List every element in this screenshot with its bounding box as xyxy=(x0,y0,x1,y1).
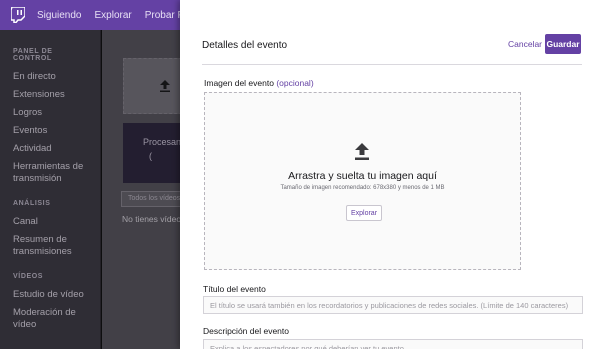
twitch-glitch-icon[interactable] xyxy=(11,7,25,23)
event-details-modal: Detalles del evento Cancelar Guardar Ima… xyxy=(180,0,600,349)
dropzone-hint: Tamaño de imagen recomendado: 678x380 y … xyxy=(280,185,445,191)
browse-button[interactable]: Explorar xyxy=(346,205,382,221)
nav-link-browse[interactable]: Explorar xyxy=(94,10,131,21)
image-label-text: Imagen del evento xyxy=(204,78,274,88)
divider xyxy=(202,64,582,65)
image-optional-text: (opcional) xyxy=(276,78,314,88)
image-label: Imagen del evento (opcional) xyxy=(204,78,314,88)
upload-icon xyxy=(355,143,369,160)
event-description-input[interactable]: Explica a los espectadores por qué deber… xyxy=(203,339,583,349)
event-title-input[interactable]: El título se usará también en los record… xyxy=(203,296,583,314)
save-button[interactable]: Guardar xyxy=(545,34,581,54)
dropzone-title: Arrastra y suelta tu imagen aquí xyxy=(288,170,437,182)
cancel-button[interactable]: Cancelar xyxy=(508,39,542,49)
nav-link-following[interactable]: Siguiendo xyxy=(37,10,81,21)
event-description-label: Descripción del evento xyxy=(203,326,289,336)
image-dropzone[interactable]: Arrastra y suelta tu imagen aquí Tamaño … xyxy=(204,92,521,270)
modal-title: Detalles del evento xyxy=(202,40,288,51)
event-title-label: Título del evento xyxy=(203,284,266,294)
